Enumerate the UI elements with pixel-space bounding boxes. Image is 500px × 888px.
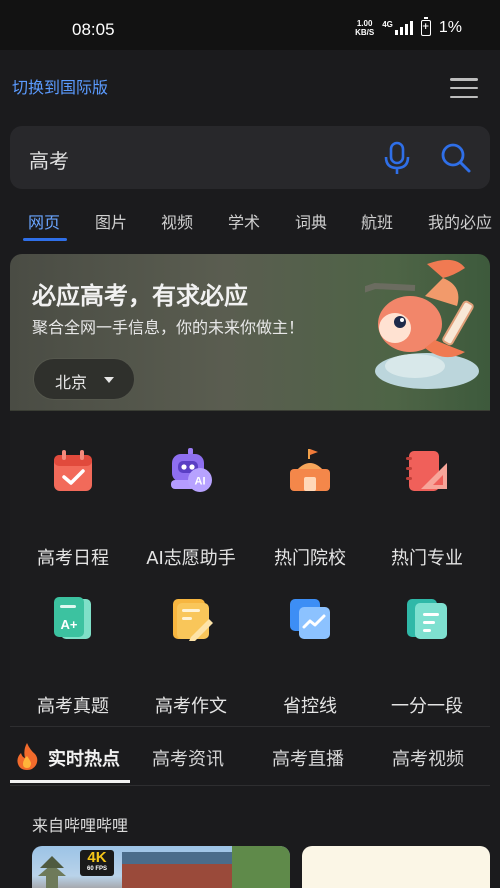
grid-label: 高考日程 (37, 548, 109, 569)
signal-icon (394, 21, 413, 35)
video-thumbnail[interactable]: 4K 60 FPS (32, 846, 290, 888)
svg-text:A+: A+ (61, 617, 78, 632)
search-icon[interactable] (440, 142, 472, 174)
grid-label: 热门专业 (391, 548, 463, 569)
ai-robot-icon: AI (171, 448, 212, 492)
network-speed-value: 1.00 (356, 19, 373, 28)
grid-label: 高考作文 (155, 696, 227, 717)
feed-source-label: 来自哔哩哔哩 (32, 816, 129, 835)
fire-icon (17, 743, 38, 770)
search-input[interactable]: 高考 (29, 145, 69, 174)
network-speed: 1.00 KB/S (355, 19, 374, 37)
caret-down-icon (104, 377, 114, 383)
gaokao-banner[interactable]: 必应高考，有求必应 聚合全网一手信息，你的未来你做主！ 北京 (10, 254, 490, 412)
notebook-ruler-icon (406, 451, 447, 491)
hamburger-menu-icon[interactable] (450, 78, 478, 98)
badge-4k-label: 4K (87, 849, 107, 866)
article-thumbnail[interactable] (302, 846, 490, 888)
calendar-check-icon (54, 450, 92, 491)
top-bar: 切换到国际版 (0, 50, 500, 120)
status-bar: 08:05 1.00 KB/S 4G + 1% (0, 0, 500, 50)
grid-item-gaokao-schedule[interactable]: 高考日程 (13, 447, 133, 570)
feed-tab-videos[interactable]: 高考视频 (392, 745, 464, 771)
battery-icon: + (420, 17, 431, 36)
section-divider (10, 726, 490, 727)
search-tabs: 网页 图片 视频 学术 词典 航班 我的必应 (0, 200, 500, 244)
document-list-icon (407, 599, 447, 639)
grid-item-essays[interactable]: 高考作文 (131, 595, 251, 718)
grid-item-popular-majors[interactable]: 热门专业 (367, 447, 487, 570)
feed-divider (10, 785, 490, 786)
feature-grid: 高考日程 AI AI志愿助手 热门院校 热门专业 A+ 高考真题 高考作文 省控… (10, 410, 490, 726)
tab-images[interactable]: 图片 (95, 209, 127, 233)
switch-international-link[interactable]: 切换到国际版 (12, 74, 108, 98)
trend-chart-icon (290, 599, 330, 639)
grid-label: 高考真题 (37, 696, 109, 717)
grid-item-popular-schools[interactable]: 热门院校 (250, 447, 370, 570)
feed-tab-news[interactable]: 高考资讯 (152, 745, 224, 771)
grid-item-past-exams[interactable]: A+ 高考真题 (13, 595, 133, 718)
tab-my-bing[interactable]: 我的必应 (428, 209, 492, 233)
tab-dictionary[interactable]: 词典 (295, 209, 327, 233)
badge-fps-label: 60 FPS (86, 866, 107, 872)
grid-label: 热门院校 (274, 548, 346, 569)
battery-percent: 1% (438, 19, 462, 36)
network-speed-unit: KB/S (355, 28, 375, 37)
exam-paper-icon: A+ (54, 597, 91, 639)
status-indicators: 1.00 KB/S 4G + 1% (355, 17, 462, 37)
feed-tabs: 实时热点 高考资讯 高考直播 高考视频 (0, 728, 500, 786)
active-tab-indicator (23, 238, 67, 241)
grid-item-score-ranking[interactable]: 一分一段 (367, 595, 487, 718)
koi-fish-illustration (365, 259, 479, 389)
pagoda-photo (38, 846, 290, 888)
grid-label: AI志愿助手 (146, 548, 236, 569)
svg-text:AI: AI (195, 476, 206, 488)
microphone-icon[interactable] (382, 140, 412, 176)
tab-academic[interactable]: 学术 (228, 209, 260, 233)
active-feed-indicator (10, 780, 130, 783)
grid-item-ai-assistant[interactable]: AI AI志愿助手 (131, 447, 251, 570)
status-time: 08:05 (72, 20, 115, 39)
essay-pencil-icon (173, 599, 213, 641)
tab-web[interactable]: 网页 (28, 209, 60, 233)
grid-label: 省控线 (283, 696, 337, 717)
badge-4k: 4K 60 FPS (80, 850, 114, 876)
banner-subtitle: 聚合全网一手信息，你的未来你做主！ (32, 318, 305, 337)
feed-tab-hot[interactable]: 实时热点 (48, 745, 120, 771)
search-box[interactable]: 高考 (10, 126, 490, 189)
school-building-icon (290, 449, 330, 491)
banner-title: 必应高考，有求必应 (32, 282, 248, 310)
tab-flights[interactable]: 航班 (361, 209, 393, 233)
grid-label: 一分一段 (391, 696, 463, 717)
city-label: 北京 (55, 373, 88, 392)
city-selector[interactable]: 北京 (33, 358, 135, 400)
feed-tab-live[interactable]: 高考直播 (272, 745, 344, 771)
network-type: 4G (382, 19, 393, 29)
grid-item-control-line[interactable]: 省控线 (250, 595, 370, 718)
tab-videos[interactable]: 视频 (161, 209, 193, 233)
